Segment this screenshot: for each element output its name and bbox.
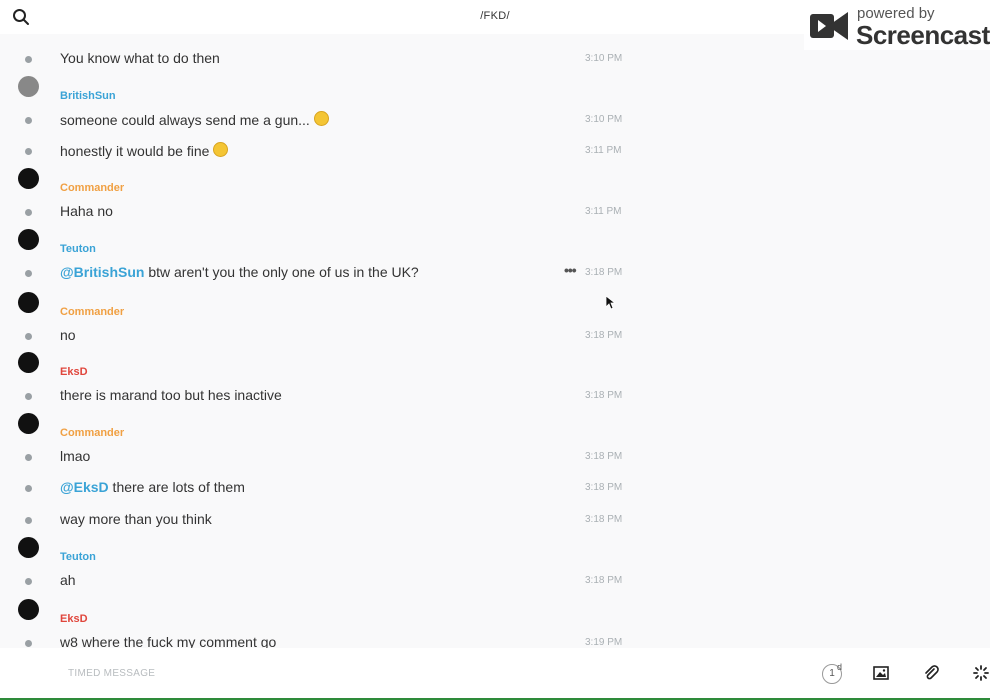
sparkle-icon[interactable] (973, 665, 989, 681)
message-body: ah (60, 572, 76, 588)
status-dot (25, 148, 32, 155)
author-name[interactable]: EksD (60, 366, 88, 378)
timestamp: 3:18 PM (585, 575, 623, 586)
message-text: no (60, 327, 76, 343)
avatar[interactable] (18, 413, 39, 434)
author-name[interactable]: EksD (60, 613, 88, 625)
avatar[interactable] (18, 229, 39, 250)
avatar[interactable] (18, 76, 39, 97)
author-name[interactable]: Commander (60, 306, 124, 318)
status-dot (25, 640, 32, 647)
author-name[interactable]: Commander (60, 182, 124, 194)
timestamp: 3:10 PM (585, 53, 623, 64)
timestamp: 3:18 PM (585, 451, 623, 462)
message-text: lmao (60, 448, 90, 464)
avatar[interactable] (18, 599, 39, 620)
status-dot (25, 393, 32, 400)
message-text: Haha no (60, 203, 113, 219)
author-name[interactable]: Teuton (60, 243, 96, 255)
avatar[interactable] (18, 292, 39, 313)
timestamp: 3:18 PM (585, 267, 623, 278)
mouse-cursor-icon (606, 296, 616, 310)
timestamp: 3:18 PM (585, 514, 623, 525)
status-dot (25, 333, 32, 340)
message-body: You know what to do then (60, 50, 220, 66)
status-dot (25, 517, 32, 524)
timer-unit: d (837, 662, 843, 672)
status-dot (25, 270, 32, 277)
avatar[interactable] (18, 168, 39, 189)
timestamp: 3:11 PM (585, 145, 622, 156)
message-text: @EksD there are lots of them (60, 479, 245, 495)
message-body: Haha no (60, 203, 113, 219)
status-dot (25, 454, 32, 461)
message-body: btw aren't you the only one of us in the… (144, 264, 419, 280)
timestamp: 3:10 PM (585, 114, 623, 125)
message-text: way more than you think (60, 511, 212, 527)
author-name[interactable]: Teuton (60, 551, 96, 563)
composer-bar: TIMED MESSAGE 1 d (0, 648, 990, 700)
message-body: way more than you think (60, 511, 212, 527)
author-name[interactable]: BritishSun (60, 90, 116, 102)
message-text: You know what to do then (60, 50, 220, 66)
message-text: @BritishSun btw aren't you the only one … (60, 264, 419, 280)
message-body: honestly it would be fine (60, 143, 210, 159)
author-name[interactable]: Commander (60, 427, 124, 439)
timed-message-input[interactable]: TIMED MESSAGE (68, 668, 155, 679)
status-dot (25, 578, 32, 585)
emoji-icon (313, 111, 329, 126)
message-feed: You know what to do then 3:10 PM BritishSu… (0, 34, 990, 650)
message-body: lmao (60, 448, 91, 464)
avatar[interactable] (18, 537, 39, 558)
timestamp: 3:18 PM (585, 330, 623, 341)
status-dot (25, 209, 32, 216)
status-dot (25, 485, 32, 492)
timestamp: 3:19 PM (585, 637, 623, 648)
timestamp: 3:18 PM (585, 390, 623, 401)
message-text: someone could always send me a gun... (60, 111, 329, 128)
message-body: there are lots of them (108, 479, 245, 495)
message-body: no (60, 327, 76, 343)
message-text: honestly it would be fine (60, 142, 229, 159)
status-dot (25, 117, 32, 124)
avatar[interactable] (18, 352, 39, 373)
status-dot (25, 56, 32, 63)
more-options-button[interactable]: ••• (564, 262, 577, 278)
message-body: someone could always send me a gun... (60, 112, 310, 128)
paperclip-icon[interactable] (923, 665, 939, 681)
message-text: there is marand too but hes inactive (60, 387, 282, 403)
message-body: there is marand too but hes inactive (60, 387, 282, 403)
message-text: ah (60, 572, 76, 588)
emoji-icon (213, 142, 229, 157)
mention-link[interactable]: @EksD (60, 479, 109, 495)
image-icon[interactable] (873, 665, 889, 681)
timestamp: 3:11 PM (585, 206, 622, 217)
timestamp: 3:18 PM (585, 482, 623, 493)
mention-link[interactable]: @BritishSun (60, 264, 144, 280)
